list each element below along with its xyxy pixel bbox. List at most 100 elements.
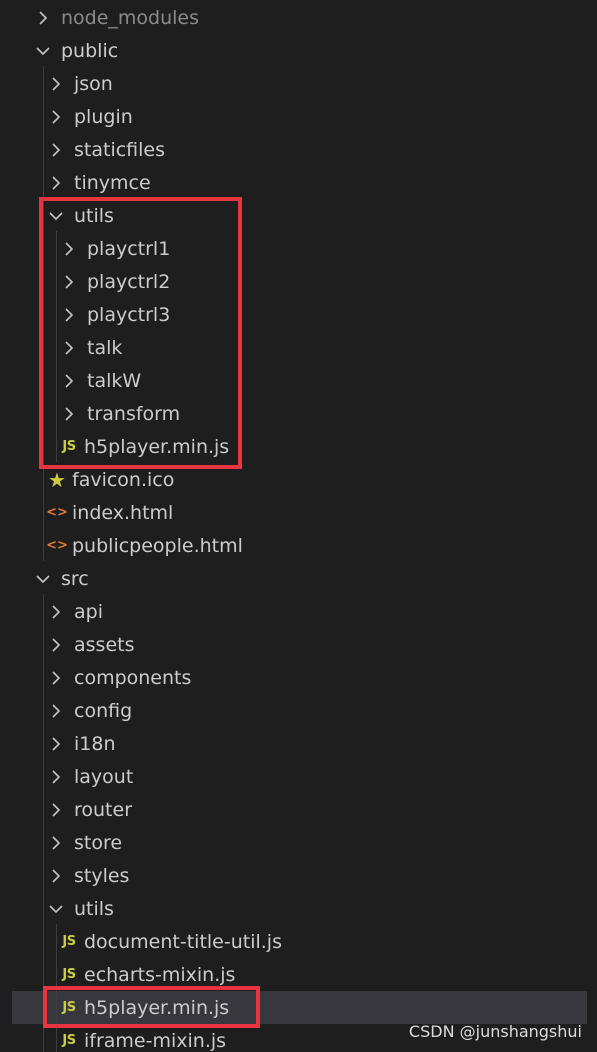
indent-guide-src xyxy=(43,594,44,1052)
chevron-right-icon[interactable] xyxy=(62,331,76,364)
chevron-right-icon[interactable] xyxy=(49,793,63,826)
folder-row-utils[interactable]: utils xyxy=(0,199,587,232)
folder-row-src[interactable]: src xyxy=(0,562,587,595)
javascript-file-icon: JS xyxy=(62,1033,76,1048)
folder-row-playctrl3[interactable]: playctrl3 xyxy=(0,298,587,331)
tree-item-label: playctrl3 xyxy=(87,303,171,326)
tree-item-label: playctrl2 xyxy=(87,270,171,293)
tree-item-label: iframe-mixin.js xyxy=(84,1029,227,1052)
folder-row-talk[interactable]: talk xyxy=(0,331,587,364)
tree-item-label: router xyxy=(74,798,133,821)
javascript-file-icon: JS xyxy=(62,1000,76,1015)
javascript-file-icon: JS xyxy=(62,934,76,949)
tree-item-label: src xyxy=(61,567,89,590)
chevron-right-icon[interactable] xyxy=(49,859,63,892)
indent-guide-public xyxy=(43,66,44,561)
tree-item-label: layout xyxy=(74,765,134,788)
tree-item-label: tinymce xyxy=(74,171,151,194)
folder-row-layout[interactable]: layout xyxy=(0,760,587,793)
folder-row-router[interactable]: router xyxy=(0,793,587,826)
tree-item-label: config xyxy=(74,699,133,722)
tree-item-label: playctrl1 xyxy=(87,237,171,260)
tree-item-label: node_modules xyxy=(61,6,200,29)
chevron-right-icon[interactable] xyxy=(62,232,76,265)
folder-row-api[interactable]: api xyxy=(0,595,587,628)
folder-row-assets[interactable]: assets xyxy=(0,628,587,661)
file-row-document-title-util-js[interactable]: JS document-title-util.js xyxy=(0,925,587,958)
chevron-down-icon[interactable] xyxy=(36,562,50,595)
file-row-publicpeople-html[interactable]: <> publicpeople.html xyxy=(0,529,587,562)
folder-row-styles[interactable]: styles xyxy=(0,859,587,892)
folder-row-i18n[interactable]: i18n xyxy=(0,727,587,760)
tree-item-label: api xyxy=(74,600,103,623)
indent-guide-src-utils xyxy=(56,924,57,1052)
tree-item-label: favicon.ico xyxy=(72,468,175,491)
chevron-down-icon[interactable] xyxy=(36,34,50,67)
chevron-right-icon[interactable] xyxy=(49,67,63,100)
tree-item-label: staticfiles xyxy=(74,138,166,161)
tree-item-label: utils xyxy=(74,204,114,227)
chevron-right-icon[interactable] xyxy=(62,397,76,430)
folder-row-plugin[interactable]: plugin xyxy=(0,100,587,133)
chevron-right-icon[interactable] xyxy=(49,100,63,133)
chevron-right-icon[interactable] xyxy=(49,694,63,727)
folder-row-public[interactable]: public xyxy=(0,34,587,67)
tree-item-label: talkW xyxy=(87,369,142,392)
tree-item-label: h5player.min.js xyxy=(84,435,230,458)
tree-item-label: publicpeople.html xyxy=(72,534,243,557)
file-row-favicon-ico[interactable]: ★ favicon.ico xyxy=(0,463,587,496)
chevron-right-icon[interactable] xyxy=(36,1,50,34)
chevron-right-icon[interactable] xyxy=(49,760,63,793)
html-file-icon: <> xyxy=(46,505,68,520)
tree-item-label: i18n xyxy=(74,732,116,755)
chevron-right-icon[interactable] xyxy=(49,133,63,166)
folder-row-playctrl1[interactable]: playctrl1 xyxy=(0,232,587,265)
chevron-right-icon[interactable] xyxy=(49,166,63,199)
folder-row-staticfiles[interactable]: staticfiles xyxy=(0,133,587,166)
tree-item-label: transform xyxy=(87,402,181,425)
indent-guide-public-utils xyxy=(56,231,57,462)
watermark: CSDN @junshangshui xyxy=(408,1022,582,1041)
folder-row-transform[interactable]: transform xyxy=(0,397,587,430)
chevron-right-icon[interactable] xyxy=(49,595,63,628)
tree-item-label: public xyxy=(61,39,119,62)
javascript-file-icon: JS xyxy=(62,439,76,454)
chevron-right-icon[interactable] xyxy=(62,364,76,397)
file-row-index-html[interactable]: <> index.html xyxy=(0,496,587,529)
tree-item-label: components xyxy=(74,666,192,689)
folder-row-utils[interactable]: utils xyxy=(0,892,587,925)
file-row-h5player-min-js[interactable]: JS h5player.min.js xyxy=(12,991,587,1024)
file-row-echarts-mixin-js[interactable]: JS echarts-mixin.js xyxy=(0,958,587,991)
folder-row-node-modules[interactable]: node_modules xyxy=(0,1,587,34)
tree-item-label: echarts-mixin.js xyxy=(84,963,236,986)
chevron-down-icon[interactable] xyxy=(49,892,63,925)
favicon-star-icon: ★ xyxy=(48,467,66,492)
chevron-right-icon[interactable] xyxy=(62,298,76,331)
html-file-icon: <> xyxy=(46,538,68,553)
chevron-right-icon[interactable] xyxy=(49,727,63,760)
folder-row-json[interactable]: json xyxy=(0,67,587,100)
tree-item-label: json xyxy=(74,72,113,95)
tree-item-label: plugin xyxy=(74,105,133,128)
scrollbar[interactable] xyxy=(587,0,597,1052)
folder-row-store[interactable]: store xyxy=(0,826,587,859)
folder-row-tinymce[interactable]: tinymce xyxy=(0,166,587,199)
chevron-down-icon[interactable] xyxy=(49,199,63,232)
tree-item-label: document-title-util.js xyxy=(84,930,282,953)
folder-row-playctrl2[interactable]: playctrl2 xyxy=(0,265,587,298)
chevron-right-icon[interactable] xyxy=(49,628,63,661)
folder-row-components[interactable]: components xyxy=(0,661,587,694)
javascript-file-icon: JS xyxy=(62,967,76,982)
folder-row-config[interactable]: config xyxy=(0,694,587,727)
tree-item-label: h5player.min.js xyxy=(84,996,230,1019)
tree-item-label: store xyxy=(74,831,123,854)
chevron-right-icon[interactable] xyxy=(49,661,63,694)
tree-item-label: index.html xyxy=(72,501,174,524)
folder-row-talkw[interactable]: talkW xyxy=(0,364,587,397)
tree-item-label: styles xyxy=(74,864,130,887)
tree-item-label: assets xyxy=(74,633,135,656)
chevron-right-icon[interactable] xyxy=(62,265,76,298)
tree-item-label: utils xyxy=(74,897,114,920)
file-row-h5player-min-js[interactable]: JS h5player.min.js xyxy=(0,430,587,463)
chevron-right-icon[interactable] xyxy=(49,826,63,859)
